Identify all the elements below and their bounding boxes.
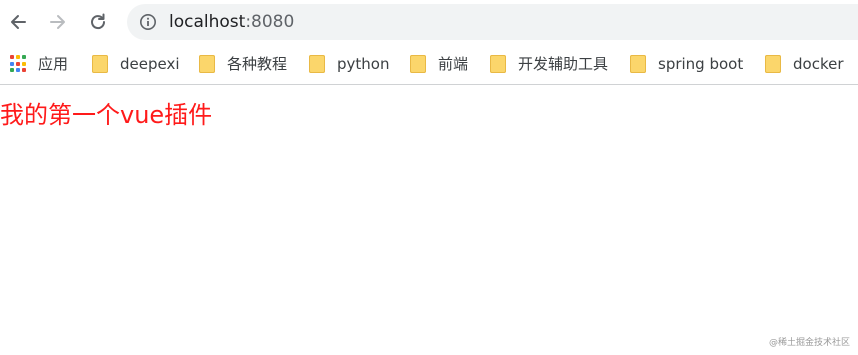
reload-button[interactable] [84, 8, 112, 36]
watermark: @稀土掘金技术社区 [768, 338, 850, 348]
url-host: localhost [169, 12, 246, 32]
bookmark-label: 各种教程 [227, 55, 288, 73]
url-text[interactable]: localhost:8080 [169, 12, 294, 32]
bookmark-label: docker [793, 55, 844, 73]
folder-icon [490, 55, 506, 73]
bookmark-deepexi[interactable]: deepexi [92, 54, 180, 74]
apps-grid-icon [10, 55, 26, 73]
bookmark-apps[interactable]: 应用 [10, 54, 68, 74]
folder-icon [199, 55, 215, 73]
bookmark-label: 开发辅助工具 [518, 55, 609, 73]
reload-icon [91, 13, 106, 30]
folder-icon [630, 55, 646, 73]
bookmark-frontend[interactable]: 前端 [410, 54, 468, 74]
bookmark-label: 应用 [38, 55, 69, 73]
bookmark-label: spring boot [658, 55, 744, 73]
bookmark-docker[interactable]: docker [765, 54, 844, 74]
folder-icon [410, 55, 426, 73]
browser-toolbar: localhost:8080 [0, 0, 858, 46]
bookmark-dev-tools[interactable]: 开发辅助工具 [490, 54, 608, 74]
info-icon[interactable] [139, 13, 157, 31]
arrow-left-icon [11, 15, 26, 29]
address-bar[interactable]: localhost:8080 [127, 4, 858, 40]
bookmark-label: deepexi [120, 55, 180, 73]
bookmark-label: 前端 [438, 55, 469, 73]
bookmarks-bar: 应用 deepexi 各种教程 python 前端 开发辅助工具 spring … [0, 46, 858, 85]
bookmark-python[interactable]: python [309, 54, 389, 74]
folder-icon [309, 55, 325, 73]
bookmark-spring-boot[interactable]: spring boot [630, 54, 743, 74]
folder-icon [765, 55, 781, 73]
forward-button[interactable] [44, 8, 72, 36]
url-port: :8080 [245, 12, 295, 32]
bookmark-tutorials[interactable]: 各种教程 [199, 54, 287, 74]
folder-icon [92, 55, 108, 73]
page-heading: 我的第一个vue插件 [0, 101, 213, 129]
bookmark-label: python [337, 55, 390, 73]
arrow-right-icon [50, 15, 65, 29]
back-button[interactable] [4, 8, 32, 36]
